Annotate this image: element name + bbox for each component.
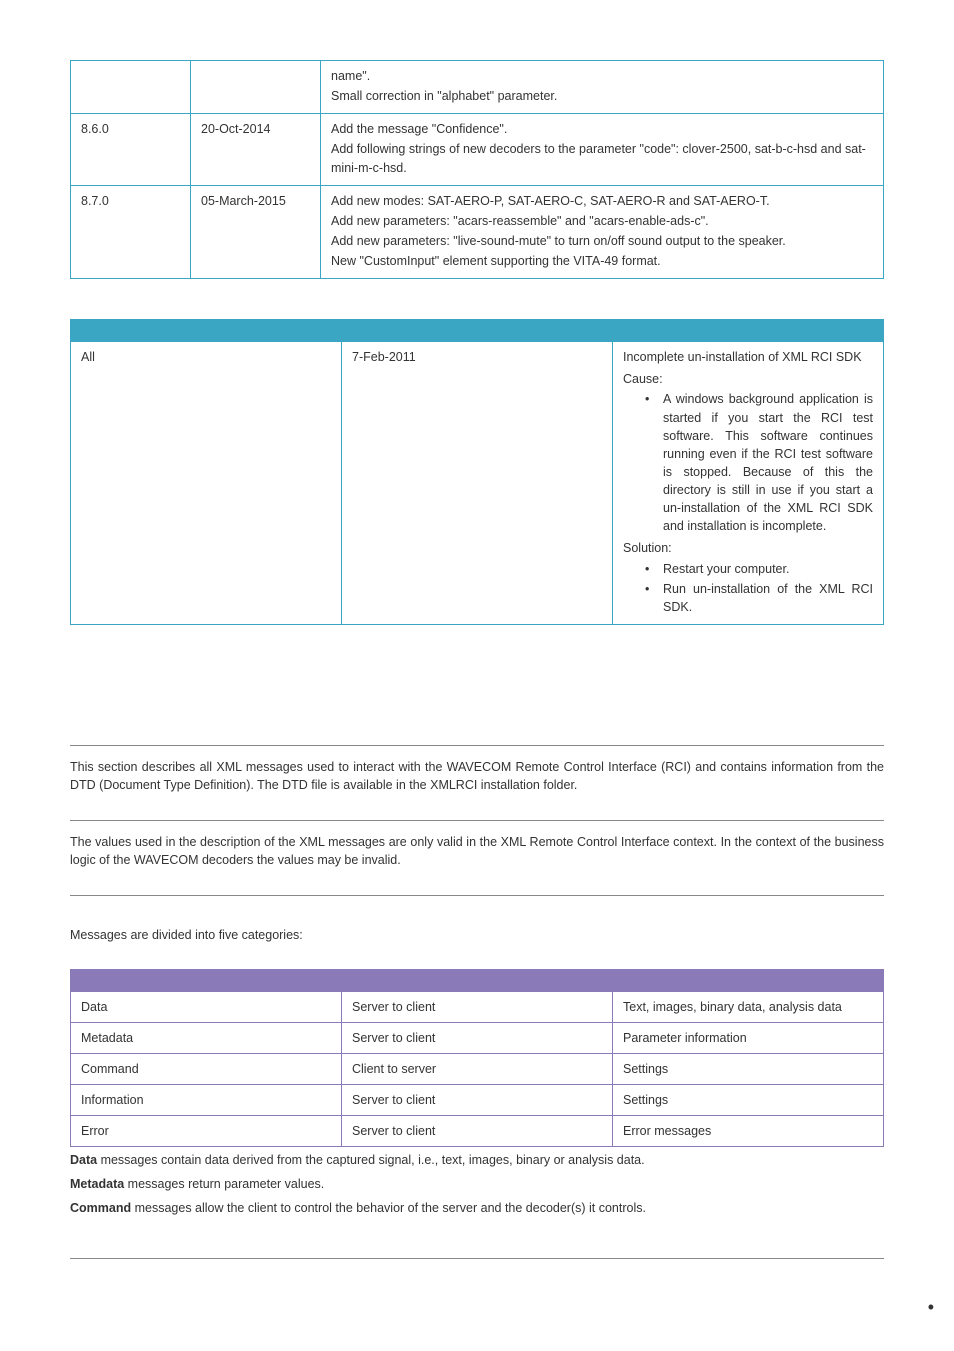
version-cell [71,61,191,114]
table-row: name". Small correction in "alphabet" pa… [71,61,884,114]
direction-cell: Server to client [342,1116,613,1147]
table-row: 8.6.0 20-Oct-2014 Add the message "Confi… [71,114,884,185]
cause-label: Cause: [623,370,873,388]
desc-line: Add new modes: SAT-AERO-P, SAT-AERO-C, S… [331,192,873,210]
section-divider [70,745,884,746]
desc-line: Add following strings of new decoders to… [331,140,873,176]
date-cell [191,61,321,114]
known-issues-table: All 7-Feb-2011 Incomplete un-installatio… [70,319,884,625]
content-cell: Parameter information [613,1022,884,1053]
date-cell: 20-Oct-2014 [191,114,321,185]
table-header-row [71,969,884,991]
footer-divider [70,1258,884,1259]
content-cell: Error messages [613,1116,884,1147]
table-row: Data Server to client Text, images, bina… [71,991,884,1022]
message-categories-table: Data Server to client Text, images, bina… [70,969,884,1148]
date-cell: 7-Feb-2011 [342,342,613,625]
section-divider [70,820,884,821]
version-cell: 8.7.0 [71,185,191,279]
desc-cell: Add the message "Confidence". Add follow… [321,114,884,185]
content-cell: Text, images, binary data, analysis data [613,991,884,1022]
version-history-table: name". Small correction in "alphabet" pa… [70,60,884,279]
desc-line: name". [331,67,873,85]
section-intro: This section describes all XML messages … [70,758,884,794]
direction-cell: Server to client [342,1084,613,1115]
version-cell: 8.6.0 [71,114,191,185]
issue-title: Incomplete un-installation of XML RCI SD… [623,348,873,366]
direction-cell: Server to client [342,1022,613,1053]
category-cell: Data [71,991,342,1022]
desc-cell: name". Small correction in "alphabet" pa… [321,61,884,114]
cause-text: A windows background application is star… [623,390,873,535]
values-note: The values used in the description of th… [70,833,884,869]
table-row: 8.7.0 05-March-2015 Add new modes: SAT-A… [71,185,884,279]
table-row: Error Server to client Error messages [71,1116,884,1147]
desc-line: Add the message "Confidence". [331,120,873,138]
content-cell: Settings [613,1053,884,1084]
category-cell: Error [71,1116,342,1147]
bold-term: Metadata [70,1177,124,1191]
table-row: Information Server to client Settings [71,1084,884,1115]
desc-line: Add new parameters: "live-sound-mute" to… [331,232,873,250]
page-footer-dot-icon [70,1271,884,1311]
section-divider [70,895,884,896]
direction-cell: Client to server [342,1053,613,1084]
desc-line: Small correction in "alphabet" parameter… [331,87,873,105]
table-header-row [71,320,884,342]
table-row: All 7-Feb-2011 Incomplete un-installatio… [71,342,884,625]
solution-label: Solution: [623,539,873,557]
closing-line-3: Command messages allow the client to con… [70,1199,884,1217]
solution-item: Run un-installation of the XML RCI SDK. [623,580,873,616]
bold-term: Command [70,1201,131,1215]
table-row: Command Client to server Settings [71,1053,884,1084]
solution-item: Restart your computer. [623,560,873,578]
categories-intro: Messages are divided into five categorie… [70,926,884,944]
date-cell: 05-March-2015 [191,185,321,279]
closing-line-1: Data messages contain data derived from … [70,1151,884,1169]
table-row: Metadata Server to client Parameter info… [71,1022,884,1053]
desc-line: New "CustomInput" element supporting the… [331,252,873,270]
closing-line-2: Metadata messages return parameter value… [70,1175,884,1193]
bold-term: Data [70,1153,97,1167]
content-cell: Settings [613,1084,884,1115]
version-cell: All [71,342,342,625]
category-cell: Command [71,1053,342,1084]
closing-text: messages return parameter values. [124,1177,324,1191]
category-cell: Metadata [71,1022,342,1053]
category-cell: Information [71,1084,342,1115]
closing-text: messages allow the client to control the… [131,1201,646,1215]
desc-line: Add new parameters: "acars-reassemble" a… [331,212,873,230]
closing-text: messages contain data derived from the c… [97,1153,645,1167]
direction-cell: Server to client [342,991,613,1022]
issue-cell: Incomplete un-installation of XML RCI SD… [613,342,884,625]
desc-cell: Add new modes: SAT-AERO-P, SAT-AERO-C, S… [321,185,884,279]
